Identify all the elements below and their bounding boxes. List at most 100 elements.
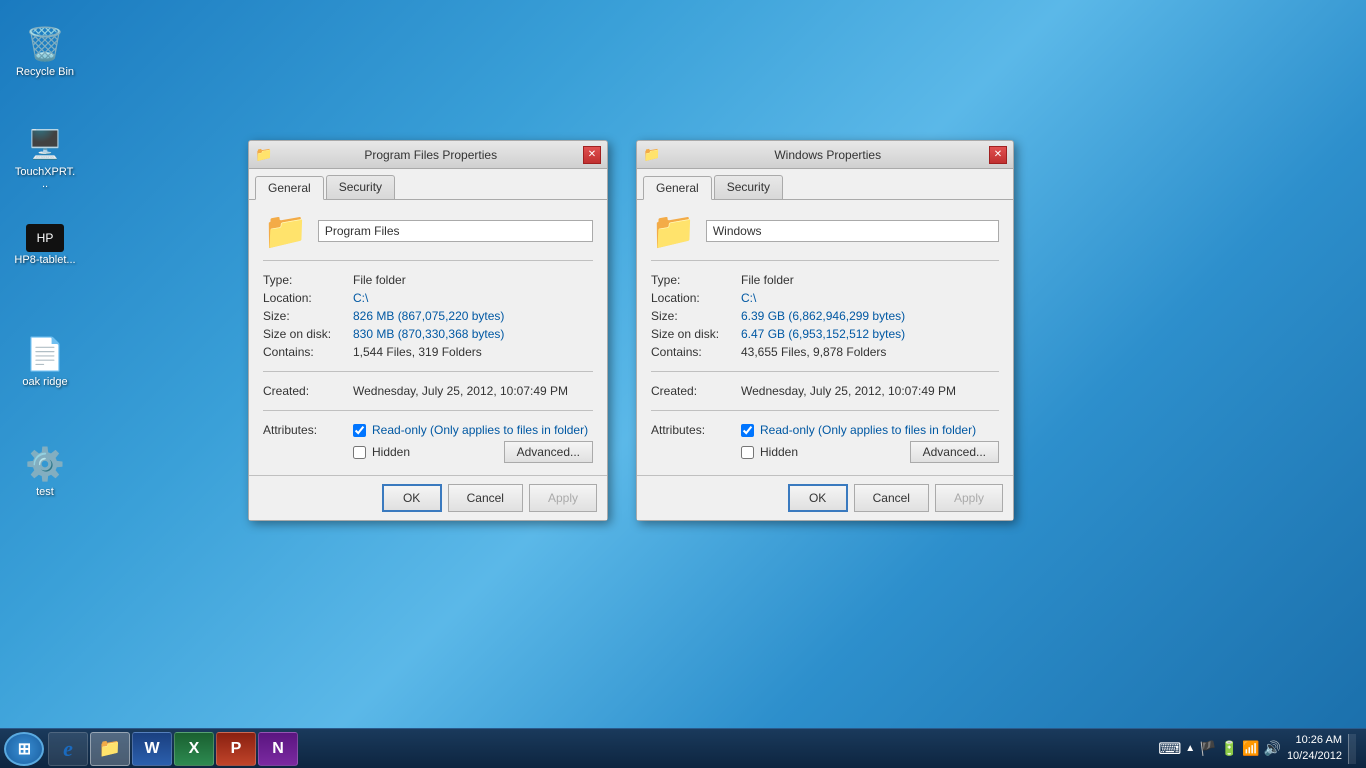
- created-value: Wednesday, July 25, 2012, 10:07:49 PM: [353, 382, 593, 400]
- taskbar-app-onenote[interactable]: N: [258, 732, 298, 766]
- hp8tablet-label: HP8-tablet...: [14, 254, 75, 266]
- program-files-tab-bar: General Security: [249, 169, 607, 200]
- tab-security-w[interactable]: Security: [714, 175, 783, 199]
- desktop-icon-hp8tablet[interactable]: HP HP8-tablet...: [10, 220, 80, 270]
- attributes-label-w: Attributes:: [651, 421, 741, 465]
- readonly-label-pf: Read-only (Only applies to files in fold…: [372, 423, 588, 437]
- contains-value: 1,544 Files, 319 Folders: [353, 343, 593, 361]
- created-label: Created:: [263, 382, 353, 400]
- cancel-button-pf[interactable]: Cancel: [448, 484, 523, 512]
- tab-security-pf[interactable]: Security: [326, 175, 395, 199]
- apply-button-pf[interactable]: Apply: [529, 484, 597, 512]
- hidden-checkbox-w[interactable]: [741, 446, 754, 459]
- windows-folder-icon: 📁: [651, 210, 696, 252]
- table-row: Location: C:\: [263, 289, 593, 307]
- hidden-checkbox-pf[interactable]: [353, 446, 366, 459]
- windows-tab-bar: General Security: [637, 169, 1013, 200]
- size-on-disk-label-w: Size on disk:: [651, 325, 741, 343]
- program-files-titlebar: 📁 Program Files Properties ✕: [249, 141, 607, 169]
- advanced-button-w[interactable]: Advanced...: [910, 441, 999, 463]
- oak-ridge-icon: 📄: [25, 334, 65, 374]
- clock-date: 10/24/2012: [1287, 749, 1342, 764]
- windows-info-table: Type: File folder Location: C:\ Size: 6.…: [651, 271, 999, 465]
- tab-general-pf[interactable]: General: [255, 176, 324, 200]
- location-label-w: Location:: [651, 289, 741, 307]
- taskbar-apps: e 📁 W X P N: [48, 732, 1158, 766]
- windows-name-row: 📁: [651, 210, 999, 261]
- program-files-content: 📁 Type: File folder Location: C:\ Size: …: [249, 200, 607, 475]
- test-label: test: [36, 486, 54, 498]
- windows-title-text: Windows Properties: [666, 148, 989, 162]
- windows-close-button[interactable]: ✕: [989, 146, 1007, 164]
- taskbar-app-excel[interactable]: X: [174, 732, 214, 766]
- cancel-button-w[interactable]: Cancel: [854, 484, 929, 512]
- program-files-title-text: Program Files Properties: [278, 148, 583, 162]
- readonly-checkbox-pf[interactable]: [353, 424, 366, 437]
- table-row: Contains: 43,655 Files, 9,878 Folders: [651, 343, 999, 361]
- recycle-bin-label: Recycle Bin: [16, 66, 74, 78]
- table-row: Location: C:\: [651, 289, 999, 307]
- readonly-row: Read-only (Only applies to files in fold…: [353, 423, 593, 437]
- desktop-icon-recycle-bin[interactable]: 🗑️ Recycle Bin: [10, 20, 80, 82]
- desktop-icon-touchxprt[interactable]: 🖥️ TouchXPRT...: [10, 120, 80, 194]
- table-row: [263, 361, 593, 382]
- ok-button-w[interactable]: OK: [788, 484, 848, 512]
- table-row: [651, 361, 999, 382]
- desktop-icon-test[interactable]: ⚙️ test: [10, 440, 80, 502]
- location-label: Location:: [263, 289, 353, 307]
- windows-properties-window: 📁 Windows Properties ✕ General Security …: [636, 140, 1014, 521]
- advanced-button-pf[interactable]: Advanced...: [504, 441, 593, 463]
- taskbar-app-ppt[interactable]: P: [216, 732, 256, 766]
- windows-name-input[interactable]: [706, 220, 999, 242]
- apply-button-w[interactable]: Apply: [935, 484, 1003, 512]
- show-desktop-button[interactable]: [1348, 734, 1356, 764]
- program-files-name-input[interactable]: [318, 220, 593, 242]
- table-row: Size on disk: 6.47 GB (6,953,152,512 byt…: [651, 325, 999, 343]
- touchxprt-label: TouchXPRT...: [14, 166, 76, 190]
- taskbar-app-file-explorer[interactable]: 📁: [90, 732, 130, 766]
- taskbar-app-word[interactable]: W: [132, 732, 172, 766]
- size-on-disk-value: 830 MB (870,330,368 bytes): [353, 325, 593, 343]
- recycle-bin-icon: 🗑️: [25, 24, 65, 64]
- created-value-w: Wednesday, July 25, 2012, 10:07:49 PM: [741, 382, 999, 400]
- flag-icon: 🏴: [1199, 740, 1216, 757]
- hidden-row-pf: Hidden: [353, 445, 410, 459]
- program-files-close-button[interactable]: ✕: [583, 146, 601, 164]
- taskbar: ⊞ e 📁 W X P N ⌨ ▲ 🏴 🔋 📶 🔊 10:26 AM 10/24…: [0, 728, 1366, 768]
- readonly-checkbox-w[interactable]: [741, 424, 754, 437]
- table-row: Contains: 1,544 Files, 319 Folders: [263, 343, 593, 361]
- readonly-row-w: Read-only (Only applies to files in fold…: [741, 423, 999, 437]
- touchxprt-icon: 🖥️: [25, 124, 65, 164]
- table-row: Created: Wednesday, July 25, 2012, 10:07…: [263, 382, 593, 400]
- table-row: Type: File folder: [263, 271, 593, 289]
- taskbar-app-ie[interactable]: e: [48, 732, 88, 766]
- hidden-row-w: Hidden: [741, 445, 798, 459]
- size-label: Size:: [263, 307, 353, 325]
- taskbar-clock[interactable]: 10:26 AM 10/24/2012: [1287, 733, 1342, 764]
- ok-button-pf[interactable]: OK: [382, 484, 442, 512]
- hp8tablet-icon: HP: [26, 224, 64, 252]
- size-label-w: Size:: [651, 307, 741, 325]
- hidden-label-pf: Hidden: [372, 445, 410, 459]
- attributes-label: Attributes:: [263, 421, 353, 465]
- type-label-w: Type:: [651, 271, 741, 289]
- attributes-values-w: Read-only (Only applies to files in fold…: [741, 421, 999, 465]
- windows-title-icon: 📁: [643, 146, 660, 163]
- hidden-label-w: Hidden: [760, 445, 798, 459]
- program-files-button-row: OK Cancel Apply: [249, 475, 607, 520]
- size-value-w: 6.39 GB (6,862,946,299 bytes): [741, 307, 999, 325]
- program-files-title-icon: 📁: [255, 146, 272, 163]
- table-row: Created: Wednesday, July 25, 2012, 10:07…: [651, 382, 999, 400]
- windows-titlebar: 📁 Windows Properties ✕: [637, 141, 1013, 169]
- arrow-up-icon[interactable]: ▲: [1185, 743, 1195, 754]
- created-label-w: Created:: [651, 382, 741, 400]
- table-row: Size on disk: 830 MB (870,330,368 bytes): [263, 325, 593, 343]
- taskbar-system-icons: ⌨ ▲ 🏴 🔋 📶 🔊: [1158, 739, 1281, 759]
- start-button[interactable]: ⊞: [4, 732, 44, 766]
- readonly-label-w: Read-only (Only applies to files in fold…: [760, 423, 976, 437]
- clock-time: 10:26 AM: [1287, 733, 1342, 748]
- volume-icon: 🔊: [1264, 740, 1281, 757]
- contains-label-w: Contains:: [651, 343, 741, 361]
- tab-general-w[interactable]: General: [643, 176, 712, 200]
- desktop-icon-oak-ridge[interactable]: 📄 oak ridge: [10, 330, 80, 392]
